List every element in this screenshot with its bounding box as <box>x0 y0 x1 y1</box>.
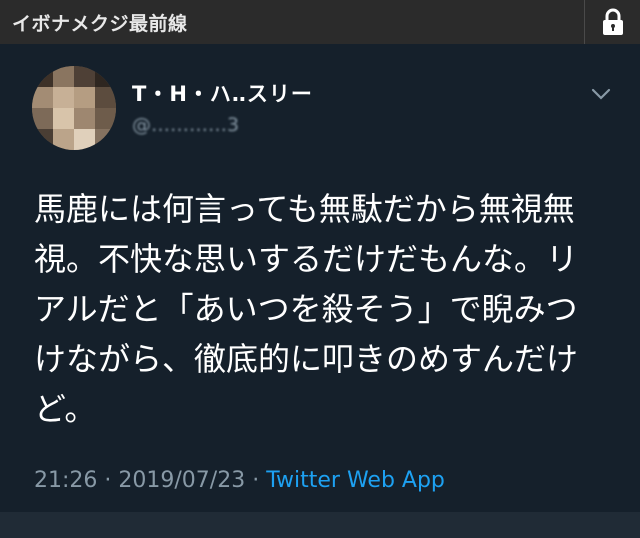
tweet-menu-button[interactable] <box>590 86 612 102</box>
tweet-text: 馬鹿には何言っても無駄だから無視無視。不快な思いするだけだもんな。リアルだと「あ… <box>34 190 579 428</box>
display-name[interactable]: T・H・ハ‥スリー <box>132 78 313 108</box>
tweet-meta: 21:26 · 2019/07/23 · Twitter Web App <box>34 468 445 493</box>
top-bar: イボナメクジ最前線 <box>0 0 640 45</box>
tweet-date: 2019/07/23 <box>118 468 246 493</box>
meta-separator: · <box>252 468 260 493</box>
user-handle[interactable]: @…………3 <box>132 114 239 136</box>
tweet-source-link[interactable]: Twitter Web App <box>266 468 445 493</box>
avatar[interactable] <box>32 66 116 150</box>
tweet-time: 21:26 <box>34 468 98 493</box>
meta-separator: · <box>104 468 112 493</box>
bottom-strip <box>0 512 640 538</box>
lock-icon <box>602 8 623 35</box>
chevron-down-icon <box>591 88 611 100</box>
lock-button[interactable] <box>585 0 640 44</box>
tweet-card: T・H・ハ‥スリー @…………3 馬鹿には何言っても無駄だから無視無視。不快な思… <box>0 44 640 512</box>
page-title: イボナメクジ最前線 <box>12 13 188 35</box>
